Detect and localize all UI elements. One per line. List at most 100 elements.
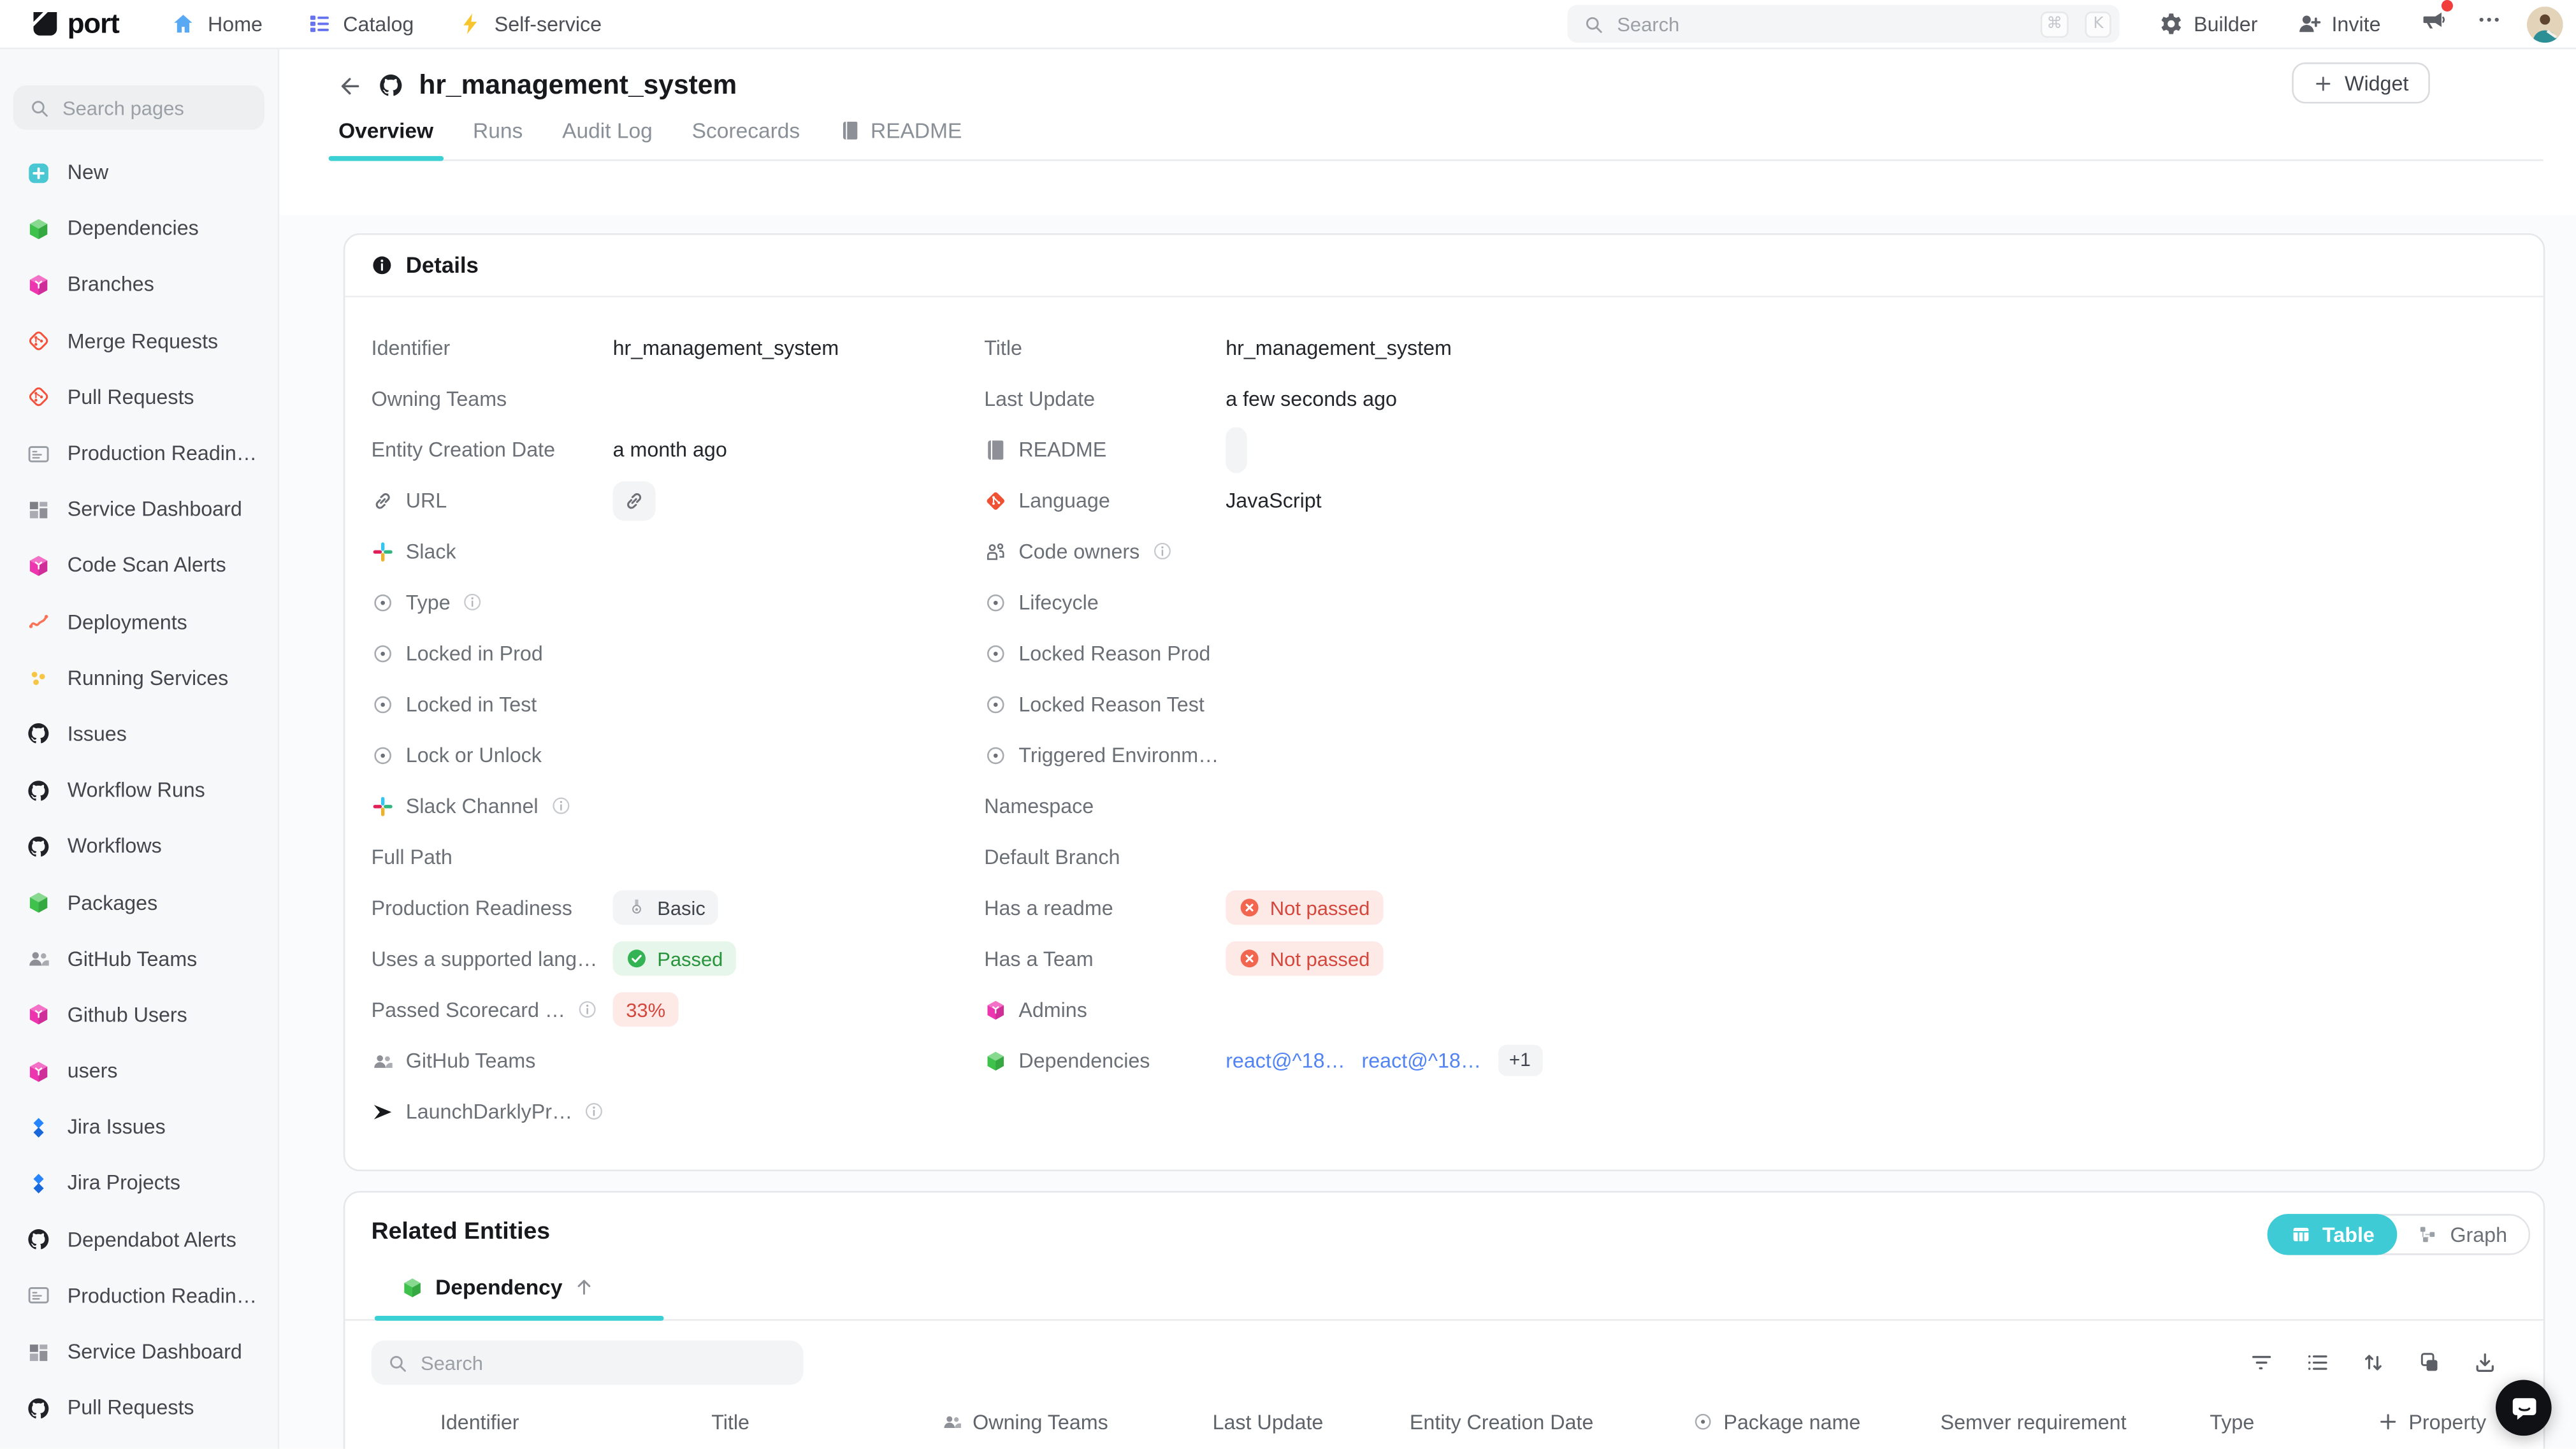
- details-title: Details: [406, 253, 479, 278]
- info-icon[interactable]: [550, 795, 572, 817]
- download-icon[interactable]: [2473, 1350, 2498, 1375]
- global-search[interactable]: ⌘ K: [1568, 5, 2120, 43]
- field-label: Passed Scorecard …: [372, 998, 613, 1021]
- column-header-owning-teams[interactable]: Owning Teams: [941, 1410, 1212, 1433]
- sidebar-item-github-users[interactable]: Github Users: [0, 987, 278, 1043]
- sidebar-item-deployments[interactable]: Deployments: [0, 594, 278, 650]
- sidebar-item-service-dashboard[interactable]: Service Dashboard: [0, 482, 278, 538]
- column-header-title[interactable]: Title: [711, 1410, 941, 1433]
- info-icon[interactable]: [462, 591, 484, 613]
- port-logo[interactable]: port: [29, 8, 119, 41]
- sidebar-item-workflow-runs[interactable]: Workflow Runs: [0, 762, 278, 818]
- sidebar-item-label: Packages: [68, 891, 158, 914]
- jira-icon: [26, 1115, 51, 1140]
- info-icon[interactable]: [584, 1100, 605, 1122]
- status-badge-label: Basic: [657, 896, 706, 919]
- sidebar-item-merge-requests[interactable]: Merge Requests: [0, 313, 278, 369]
- sidebar-item-service-dashboard[interactable]: Service Dashboard: [0, 1324, 278, 1380]
- nav-item-self-service[interactable]: Self-service: [458, 11, 602, 36]
- owners-icon: [984, 540, 1007, 563]
- detail-row: Locked in Prod: [345, 628, 958, 679]
- filter-icon[interactable]: [2249, 1350, 2274, 1375]
- arrow-up-icon: [574, 1276, 596, 1298]
- nav-item-home[interactable]: Home: [171, 11, 263, 36]
- announcements-button[interactable]: [2420, 6, 2446, 41]
- circle-dot-icon: [984, 693, 1007, 716]
- tab-audit-log[interactable]: Audit Log: [562, 119, 653, 159]
- tab-dependency[interactable]: Dependency: [375, 1275, 665, 1320]
- sidebar-item-code-scan-alerts[interactable]: Code Scan Alerts: [0, 538, 278, 594]
- view-graph-button[interactable]: Graph: [2394, 1214, 2530, 1255]
- dots-yellow-icon: [26, 666, 51, 691]
- back-button[interactable]: [338, 73, 363, 98]
- nav-item-catalog[interactable]: Catalog: [307, 11, 414, 36]
- more-count-chip[interactable]: +1: [1498, 1045, 1542, 1076]
- sidebar-item-running-services[interactable]: Running Services: [0, 650, 278, 706]
- rows-icon[interactable]: [2305, 1350, 2330, 1375]
- sidebar-item-new[interactable]: New: [0, 145, 278, 201]
- sort-icon[interactable]: [2361, 1350, 2386, 1375]
- tab-label: Audit Log: [562, 119, 653, 143]
- sidebar-item-dependabot-alerts[interactable]: Dependabot Alerts: [0, 1211, 278, 1267]
- field-label: GitHub Teams: [372, 1049, 613, 1072]
- circle-dot-icon: [1692, 1411, 1714, 1433]
- global-search-input[interactable]: [1617, 12, 2023, 35]
- url-link-chip[interactable]: [613, 480, 656, 520]
- field-label: Namespace: [984, 794, 1226, 817]
- sidebar-item-production-readin[interactable]: Production Readin…: [0, 426, 278, 482]
- field-label: Full Path: [372, 845, 613, 868]
- tab-scorecards[interactable]: Scorecards: [692, 119, 800, 159]
- sidebar-item-label: Pull Requests: [68, 1397, 194, 1420]
- field-label: Production Readiness: [372, 896, 613, 919]
- nav-item-label: Self-service: [495, 12, 602, 35]
- sidebar-item-users[interactable]: users: [0, 1043, 278, 1099]
- related-search[interactable]: [372, 1341, 804, 1385]
- sidebar-search-input[interactable]: [62, 96, 248, 119]
- status-badge: Basic: [613, 890, 719, 925]
- detail-row: Uses a supported lang…Passed: [345, 933, 958, 984]
- copy-icon[interactable]: [2417, 1350, 2442, 1375]
- dependency-link[interactable]: react@^18…: [1226, 1049, 1345, 1072]
- field-label-text: Admins: [1018, 998, 1087, 1021]
- sidebar-item-pull-requests[interactable]: Pull Requests: [0, 369, 278, 425]
- detail-row: LaunchDarklyPr…: [345, 1086, 958, 1137]
- tab-overview[interactable]: Overview: [338, 119, 433, 159]
- sidebar-search[interactable]: [13, 85, 264, 130]
- sidebar-item-issues[interactable]: Issues: [0, 706, 278, 762]
- builder-button[interactable]: Builder: [2159, 11, 2257, 36]
- sidebar-item-dependencies[interactable]: Dependencies: [0, 201, 278, 257]
- avatar[interactable]: [2527, 6, 2563, 42]
- sidebar-item-branches[interactable]: Branches: [0, 257, 278, 313]
- column-header-type[interactable]: Type: [2210, 1410, 2377, 1433]
- add-widget-button[interactable]: Widget: [2292, 62, 2430, 103]
- sidebar-item-jira-issues[interactable]: Jira Issues: [0, 1099, 278, 1155]
- column-header-package-name[interactable]: Package name: [1692, 1410, 1940, 1433]
- column-header-semver-requirement[interactable]: Semver requirement: [1941, 1410, 2210, 1433]
- sidebar-item-workflows[interactable]: Workflows: [0, 818, 278, 874]
- link-icon: [623, 489, 646, 512]
- detail-row: Titlehr_management_system: [958, 322, 2543, 373]
- x-circle-icon: [1239, 948, 1261, 970]
- sidebar-item-production-readin[interactable]: Production Readin…: [0, 1268, 278, 1324]
- column-header-identifier[interactable]: Identifier: [440, 1410, 711, 1433]
- sidebar-item-jira-projects[interactable]: Jira Projects: [0, 1155, 278, 1211]
- info-icon[interactable]: [1151, 540, 1173, 562]
- squiggle-orange-icon: [26, 610, 51, 635]
- tab-readme[interactable]: README: [839, 119, 962, 159]
- related-search-input[interactable]: [421, 1351, 787, 1374]
- topnav-more-button[interactable]: [2476, 6, 2502, 41]
- field-label-text: Lock or Unlock: [406, 744, 542, 767]
- sidebar-item-packages[interactable]: Packages: [0, 875, 278, 931]
- column-header-entity-creation-date[interactable]: Entity Creation Date: [1410, 1410, 1692, 1433]
- view-table-button[interactable]: Table: [2266, 1214, 2398, 1255]
- chat-widget-button[interactable]: [2496, 1380, 2552, 1436]
- column-header-last-update[interactable]: Last Update: [1213, 1410, 1410, 1433]
- field-label-text: Owning Teams: [372, 387, 507, 410]
- tab-runs[interactable]: Runs: [473, 119, 523, 159]
- dependency-link[interactable]: react@^18…: [1362, 1049, 1482, 1072]
- info-icon[interactable]: [577, 998, 598, 1020]
- invite-button[interactable]: Invite: [2297, 11, 2380, 36]
- sidebar-item-pull-requests[interactable]: Pull Requests: [0, 1380, 278, 1436]
- sidebar-item-github-teams[interactable]: GitHub Teams: [0, 931, 278, 987]
- tab-label: README: [871, 119, 962, 143]
